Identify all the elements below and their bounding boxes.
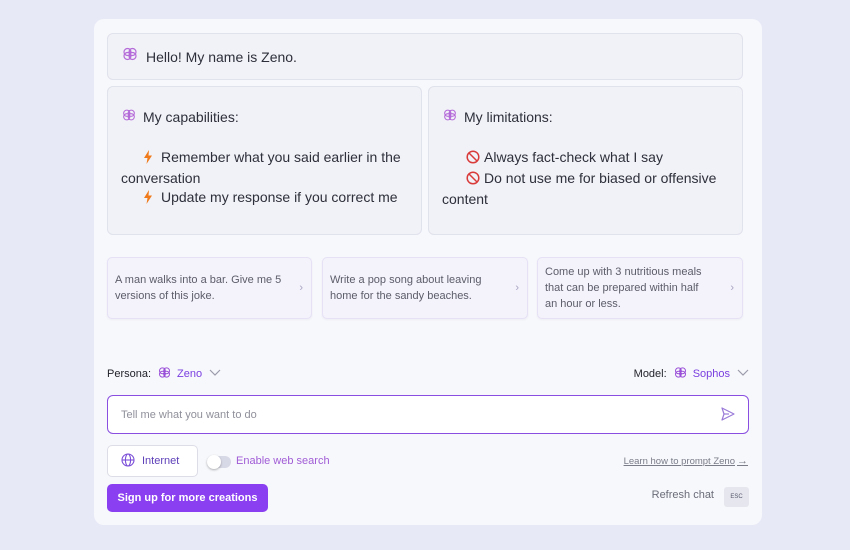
signup-button[interactable]: Sign up for more creations	[107, 484, 268, 512]
brain-icon	[442, 107, 458, 126]
refresh-chat-button[interactable]: Refresh chat	[652, 489, 714, 501]
persona-value: Zeno	[177, 368, 203, 380]
lightning-icon	[143, 190, 161, 209]
arrow-right-icon: →	[737, 455, 748, 467]
list-item: Do not use me for biased or offensive	[466, 169, 728, 190]
toggle-knob	[207, 455, 221, 469]
list-item-continuation: content	[442, 191, 488, 207]
esc-key-badge: ESC	[724, 487, 749, 507]
chevron-down-icon	[737, 368, 749, 380]
chevron-down-icon	[209, 368, 221, 380]
limitations-title: My limitations:	[464, 108, 553, 125]
chevron-right-icon: ›	[730, 282, 734, 294]
list-item: Always fact-check what I say	[466, 148, 728, 169]
send-icon[interactable]	[720, 406, 736, 427]
persona-label: Persona:	[107, 368, 152, 380]
suggestion-card[interactable]: A man walks into a bar. Give me 5 versio…	[107, 257, 312, 319]
chevron-right-icon: ›	[515, 282, 519, 294]
brain-icon	[121, 107, 137, 126]
capabilities-title: My capabilities:	[143, 108, 239, 125]
model-label: Model:	[633, 368, 667, 380]
prompt-input[interactable]	[121, 408, 701, 421]
list-item-continuation: conversation	[121, 170, 201, 186]
suggestion-card[interactable]: Write a pop song about leaving home for …	[322, 257, 528, 319]
list-item: Remember what you said earlier in the	[143, 148, 407, 169]
globe-icon	[121, 452, 135, 470]
greeting-panel: Hello! My name is Zeno.	[107, 33, 743, 80]
internet-button[interactable]: Internet	[107, 445, 198, 477]
list-item: Update my response if you correct me	[143, 188, 407, 209]
prohibited-icon	[466, 150, 484, 169]
suggestion-card[interactable]: Come up with 3 nutritious meals that can…	[537, 257, 743, 319]
prohibited-icon	[466, 171, 484, 190]
web-search-label: Enable web search	[236, 455, 330, 467]
greeting-text: Hello! My name is Zeno.	[146, 48, 297, 65]
chevron-right-icon: ›	[299, 282, 303, 294]
brain-icon	[157, 365, 172, 383]
limitations-panel: My limitations: Always fact-check what I…	[428, 86, 743, 235]
web-search-toggle[interactable]	[207, 455, 231, 469]
chat-card: Hello! My name is Zeno. My capabilities:…	[94, 19, 762, 525]
learn-prompt-link[interactable]: Learn how to prompt Zeno →	[624, 455, 748, 467]
prompt-input-box[interactable]	[107, 395, 749, 434]
brain-icon	[673, 365, 688, 383]
model-selector[interactable]: Model: Sophos	[634, 365, 749, 383]
model-value: Sophos	[692, 368, 730, 380]
internet-label: Internet	[142, 455, 180, 467]
brain-icon	[121, 45, 139, 68]
persona-selector[interactable]: Persona: Zeno	[107, 365, 221, 383]
capabilities-panel: My capabilities: Remember what you said …	[107, 86, 422, 235]
lightning-icon	[143, 150, 161, 169]
